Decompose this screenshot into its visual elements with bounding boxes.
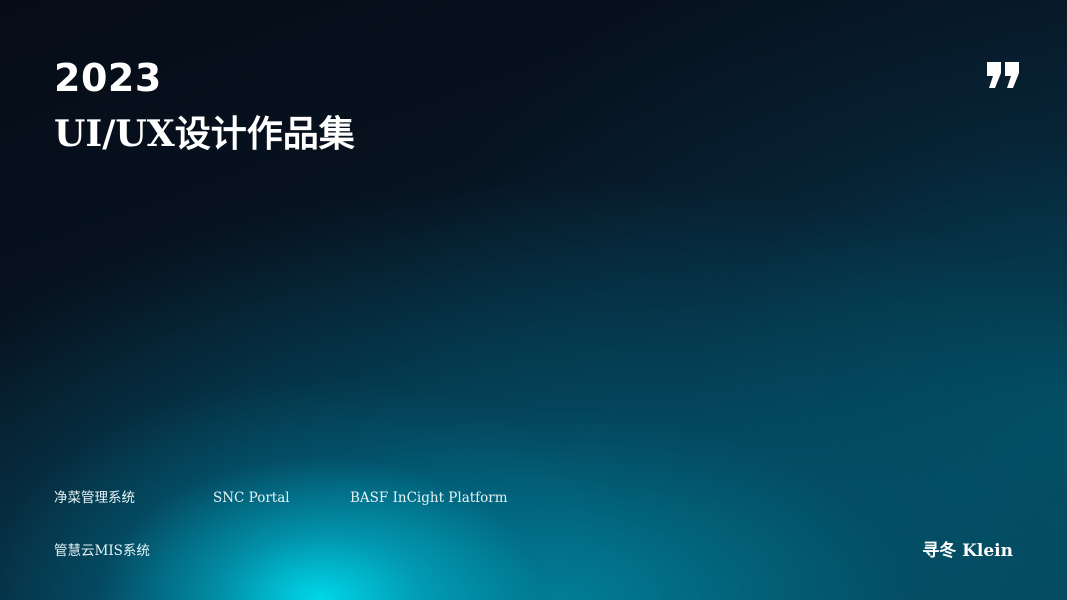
cover-year: 2023 — [54, 56, 162, 100]
project-item-guanhuiyun: 管慧云MIS系统 — [54, 543, 150, 559]
quote-icon — [987, 62, 1019, 88]
portfolio-cover: 2023 UI/UX设计作品集 净菜管理系统 SNC Portal BASF I… — [0, 0, 1067, 600]
project-item-jingcai: 净菜管理系统 — [54, 490, 135, 506]
project-item-basf-incight: BASF InCight Platform — [350, 490, 508, 506]
brand-signature: 寻冬 Klein — [922, 541, 1013, 561]
cover-title: UI/UX设计作品集 — [54, 113, 355, 155]
project-item-snc-portal: SNC Portal — [213, 490, 290, 506]
